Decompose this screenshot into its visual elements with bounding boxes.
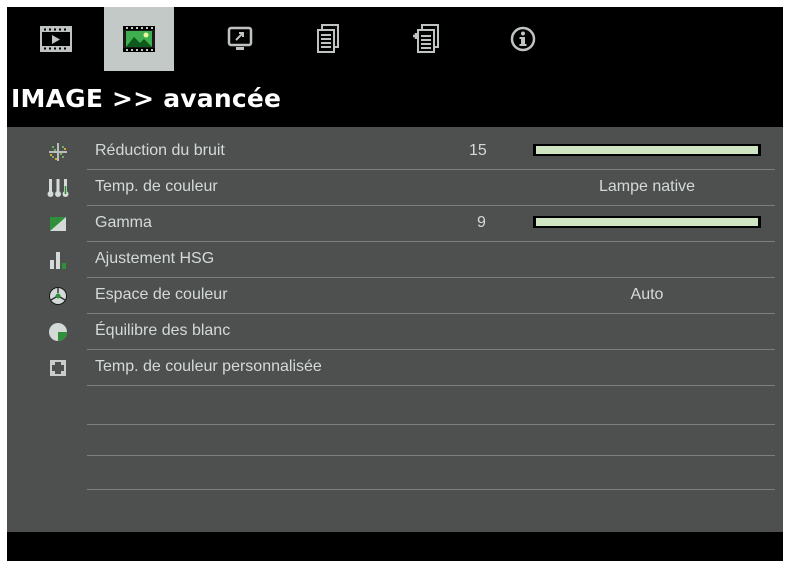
hsg-icon — [47, 250, 69, 270]
image-icon — [123, 26, 155, 52]
color-space-icon — [47, 286, 69, 306]
menu-item-gamma[interactable]: Gamma 9 — [7, 206, 783, 242]
tab-options[interactable] — [391, 7, 461, 71]
slider-fill — [536, 218, 758, 226]
menu-item-label: Gamma — [95, 214, 152, 231]
document-settings-icon — [317, 24, 339, 53]
gamma-icon — [47, 214, 69, 234]
menu-item-hsg[interactable]: Ajustement HSG — [7, 242, 783, 278]
menu-item-label: Temp. de couleur — [95, 178, 218, 195]
color-space-value: Auto — [630, 286, 664, 303]
custom-color-temp-icon — [47, 358, 69, 378]
title-bar: IMAGE >> avancée — [7, 71, 783, 127]
tab-image[interactable] — [104, 7, 174, 71]
page-title: IMAGE >> avancée — [11, 84, 282, 113]
noise-reduction-icon — [47, 142, 69, 162]
gamma-slider[interactable] — [533, 216, 761, 228]
row-divider — [87, 455, 775, 456]
menu-item-label: Temp. de couleur personnalisée — [95, 358, 322, 375]
tab-display[interactable] — [205, 7, 275, 71]
document-add-icon — [413, 24, 439, 53]
menu-tab-bar — [7, 7, 783, 71]
menu-item-label: Ajustement HSG — [95, 250, 215, 267]
info-icon — [510, 26, 536, 52]
menu-panel: Réduction du bruit 15 Temp. de couleur L… — [7, 127, 783, 532]
menu-item-white-balance[interactable]: Équilibre des blanc — [7, 314, 783, 350]
slider-fill — [536, 146, 758, 154]
film-play-icon — [40, 26, 72, 52]
bottom-bar — [7, 532, 783, 561]
noise-reduction-value: 15 — [469, 142, 487, 159]
menu-item-color-space[interactable]: Espace de couleur Auto — [7, 278, 783, 314]
tab-setup[interactable] — [293, 7, 363, 71]
gamma-value: 9 — [477, 214, 486, 231]
menu-item-noise-reduction[interactable]: Réduction du bruit 15 — [7, 134, 783, 170]
tab-film[interactable] — [21, 7, 91, 71]
osd-menu: IMAGE >> avancée Réduction du bruit 15 T… — [7, 7, 783, 561]
row-divider — [87, 424, 775, 425]
menu-item-label: Réduction du bruit — [95, 142, 225, 159]
menu-item-label: Équilibre des blanc — [95, 322, 231, 339]
menu-item-color-temp[interactable]: Temp. de couleur Lampe native — [7, 170, 783, 206]
display-icon — [227, 26, 253, 50]
menu-item-label: Espace de couleur — [95, 286, 228, 303]
menu-item-custom-color-temp[interactable]: Temp. de couleur personnalisée — [7, 350, 783, 386]
tab-info[interactable] — [488, 7, 558, 71]
row-divider — [87, 385, 775, 386]
color-temp-icon — [47, 178, 69, 198]
row-divider — [87, 489, 775, 490]
white-balance-icon — [47, 322, 69, 342]
color-temp-value: Lampe native — [598, 178, 696, 195]
noise-reduction-slider[interactable] — [533, 144, 761, 156]
